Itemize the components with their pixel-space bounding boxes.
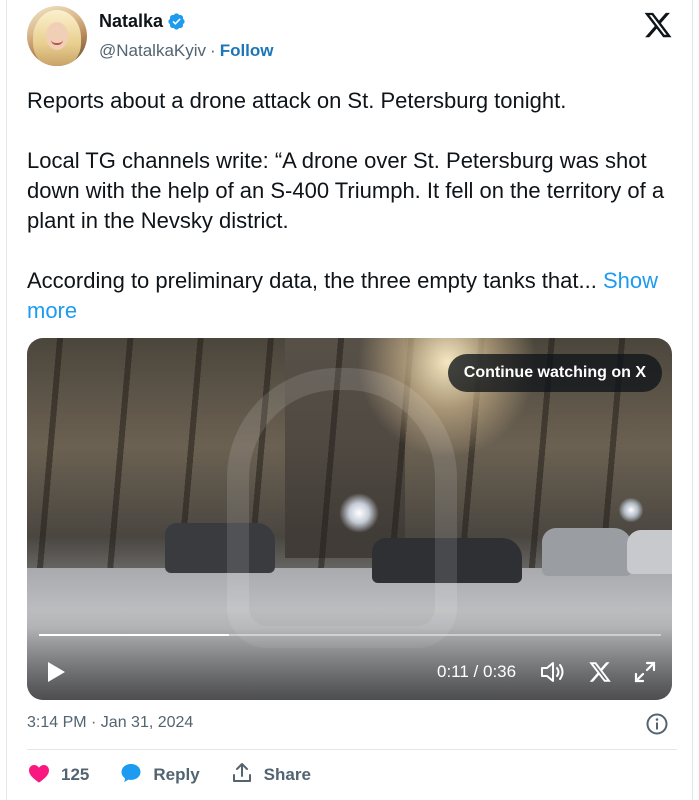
avatar-face (46, 22, 68, 50)
video-progress-fill (39, 634, 229, 636)
video-scene-car (627, 530, 672, 574)
continue-watching-button[interactable]: Continue watching on X (447, 354, 662, 392)
avatar[interactable] (27, 6, 87, 66)
tweet-header: Natalka @NatalkaKyiv · Follow (27, 6, 677, 66)
play-icon[interactable] (45, 660, 67, 684)
tweet-card: Natalka @NatalkaKyiv · Follow Reports ab… (6, 0, 693, 800)
divider (27, 749, 677, 750)
video-player[interactable]: Continue watching on X 0:11 / 0:36 (27, 338, 672, 700)
video-control-shade (27, 610, 672, 700)
video-progress-bar[interactable] (39, 634, 661, 636)
x-icon[interactable] (588, 660, 612, 684)
share-icon (230, 761, 254, 790)
like-count: 125 (61, 765, 90, 784)
video-scene-light (619, 498, 643, 522)
verified-badge-icon (167, 12, 186, 31)
video-watermark (227, 368, 457, 648)
handle[interactable]: @NatalkaKyiv (99, 41, 206, 61)
x-logo-icon[interactable] (643, 10, 673, 40)
follow-button[interactable]: Follow (220, 41, 274, 61)
handle-separator: · (210, 41, 216, 60)
handle-row: @NatalkaKyiv · Follow (99, 41, 274, 61)
tweet-body: Reports about a drone attack on St. Pete… (27, 88, 665, 293)
reply-label: Reply (153, 765, 200, 784)
video-time: 0:11 / 0:36 (437, 662, 517, 681)
heart-icon (27, 761, 51, 790)
tweet-text: Reports about a drone attack on St. Pete… (27, 86, 677, 326)
share-label: Share (263, 765, 311, 784)
video-scene-car (542, 528, 632, 576)
like-button[interactable]: 125 (27, 761, 89, 790)
reply-icon (119, 761, 143, 790)
action-bar: 125 Reply Share (27, 760, 341, 790)
info-icon[interactable] (645, 712, 669, 736)
fullscreen-icon[interactable] (633, 660, 657, 684)
name-row: Natalka (99, 11, 186, 32)
volume-icon[interactable] (539, 659, 567, 685)
share-button[interactable]: Share (230, 761, 311, 790)
reply-button[interactable]: Reply (119, 761, 200, 790)
display-name[interactable]: Natalka (99, 11, 163, 32)
tweet-timestamp[interactable]: 3:14 PM · Jan 31, 2024 (27, 714, 193, 732)
